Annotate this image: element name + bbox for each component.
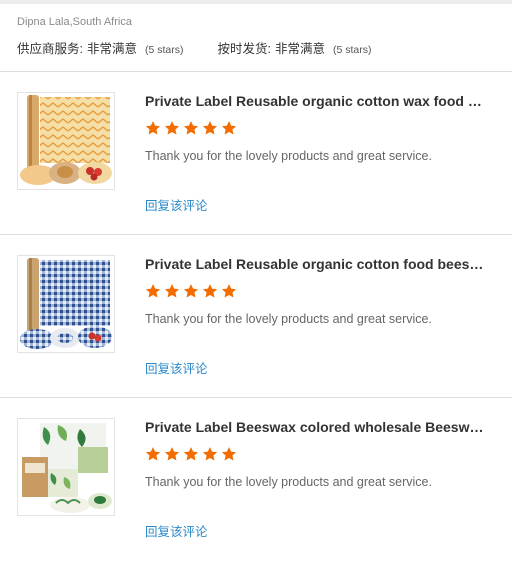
- overall-ratings: 供应商服务: 非常满意 (5 stars) 按时发货: 非常满意 (5 star…: [17, 38, 372, 57]
- star-icon: [202, 284, 218, 298]
- divider: [0, 71, 512, 72]
- star-icon: [221, 121, 237, 135]
- on-time-delivery-value: 非常满意: [275, 42, 326, 56]
- supplier-service-label: 供应商服务:: [17, 42, 83, 56]
- supplier-service-stars: (5 stars): [145, 44, 184, 56]
- reply-to-review-link[interactable]: 回复该评论: [145, 521, 208, 540]
- product-title[interactable]: Private Label Beeswax colored wholesale …: [145, 419, 485, 435]
- rating-stars: [145, 283, 237, 299]
- star-icon: [164, 284, 180, 298]
- reply-to-review-link[interactable]: 回复该评论: [145, 358, 208, 377]
- on-time-delivery-group: 按时发货: 非常满意 (5 stars): [218, 38, 372, 57]
- on-time-delivery-label: 按时发货:: [217, 42, 271, 56]
- star-icon: [202, 447, 218, 461]
- gingham-wrap-product-image: [18, 256, 114, 352]
- review-comment: Thank you for the lovely products and gr…: [145, 149, 432, 163]
- divider: [0, 397, 512, 398]
- star-icon: [183, 121, 199, 135]
- review-item: Private Label Reusable organic cotton wa…: [0, 92, 512, 252]
- divider: [0, 234, 512, 235]
- star-icon: [145, 284, 161, 298]
- top-bar: [0, 0, 512, 4]
- colored-beeswax-wraps-product-image: [18, 419, 114, 515]
- product-title[interactable]: Private Label Reusable organic cotton wa…: [145, 93, 485, 109]
- supplier-service-value: 非常满意: [86, 42, 137, 56]
- star-icon: [221, 284, 237, 298]
- on-time-delivery-stars: (5 stars): [333, 44, 372, 56]
- product-thumbnail[interactable]: [17, 255, 115, 353]
- star-icon: [183, 284, 199, 298]
- star-icon: [164, 121, 180, 135]
- reply-to-review-link[interactable]: 回复该评论: [145, 195, 208, 214]
- review-comment: Thank you for the lovely products and gr…: [145, 312, 432, 326]
- product-thumbnail[interactable]: [17, 418, 115, 516]
- star-icon: [183, 447, 199, 461]
- reviewer-name-location: Dipna Lala,South Africa: [17, 16, 132, 28]
- star-icon: [145, 447, 161, 461]
- product-title[interactable]: Private Label Reusable organic cotton fo…: [145, 256, 485, 272]
- review-comment: Thank you for the lovely products and gr…: [145, 475, 432, 489]
- star-icon: [202, 121, 218, 135]
- star-icon: [221, 447, 237, 461]
- rating-stars: [145, 446, 237, 462]
- star-icon: [164, 447, 180, 461]
- product-thumbnail[interactable]: [17, 92, 115, 190]
- wax-wrap-product-image: [18, 93, 114, 189]
- review-item: Private Label Reusable organic cotton fo…: [0, 255, 512, 415]
- star-icon: [145, 121, 161, 135]
- rating-stars: [145, 120, 237, 136]
- review-item: Private Label Beeswax colored wholesale …: [0, 418, 512, 578]
